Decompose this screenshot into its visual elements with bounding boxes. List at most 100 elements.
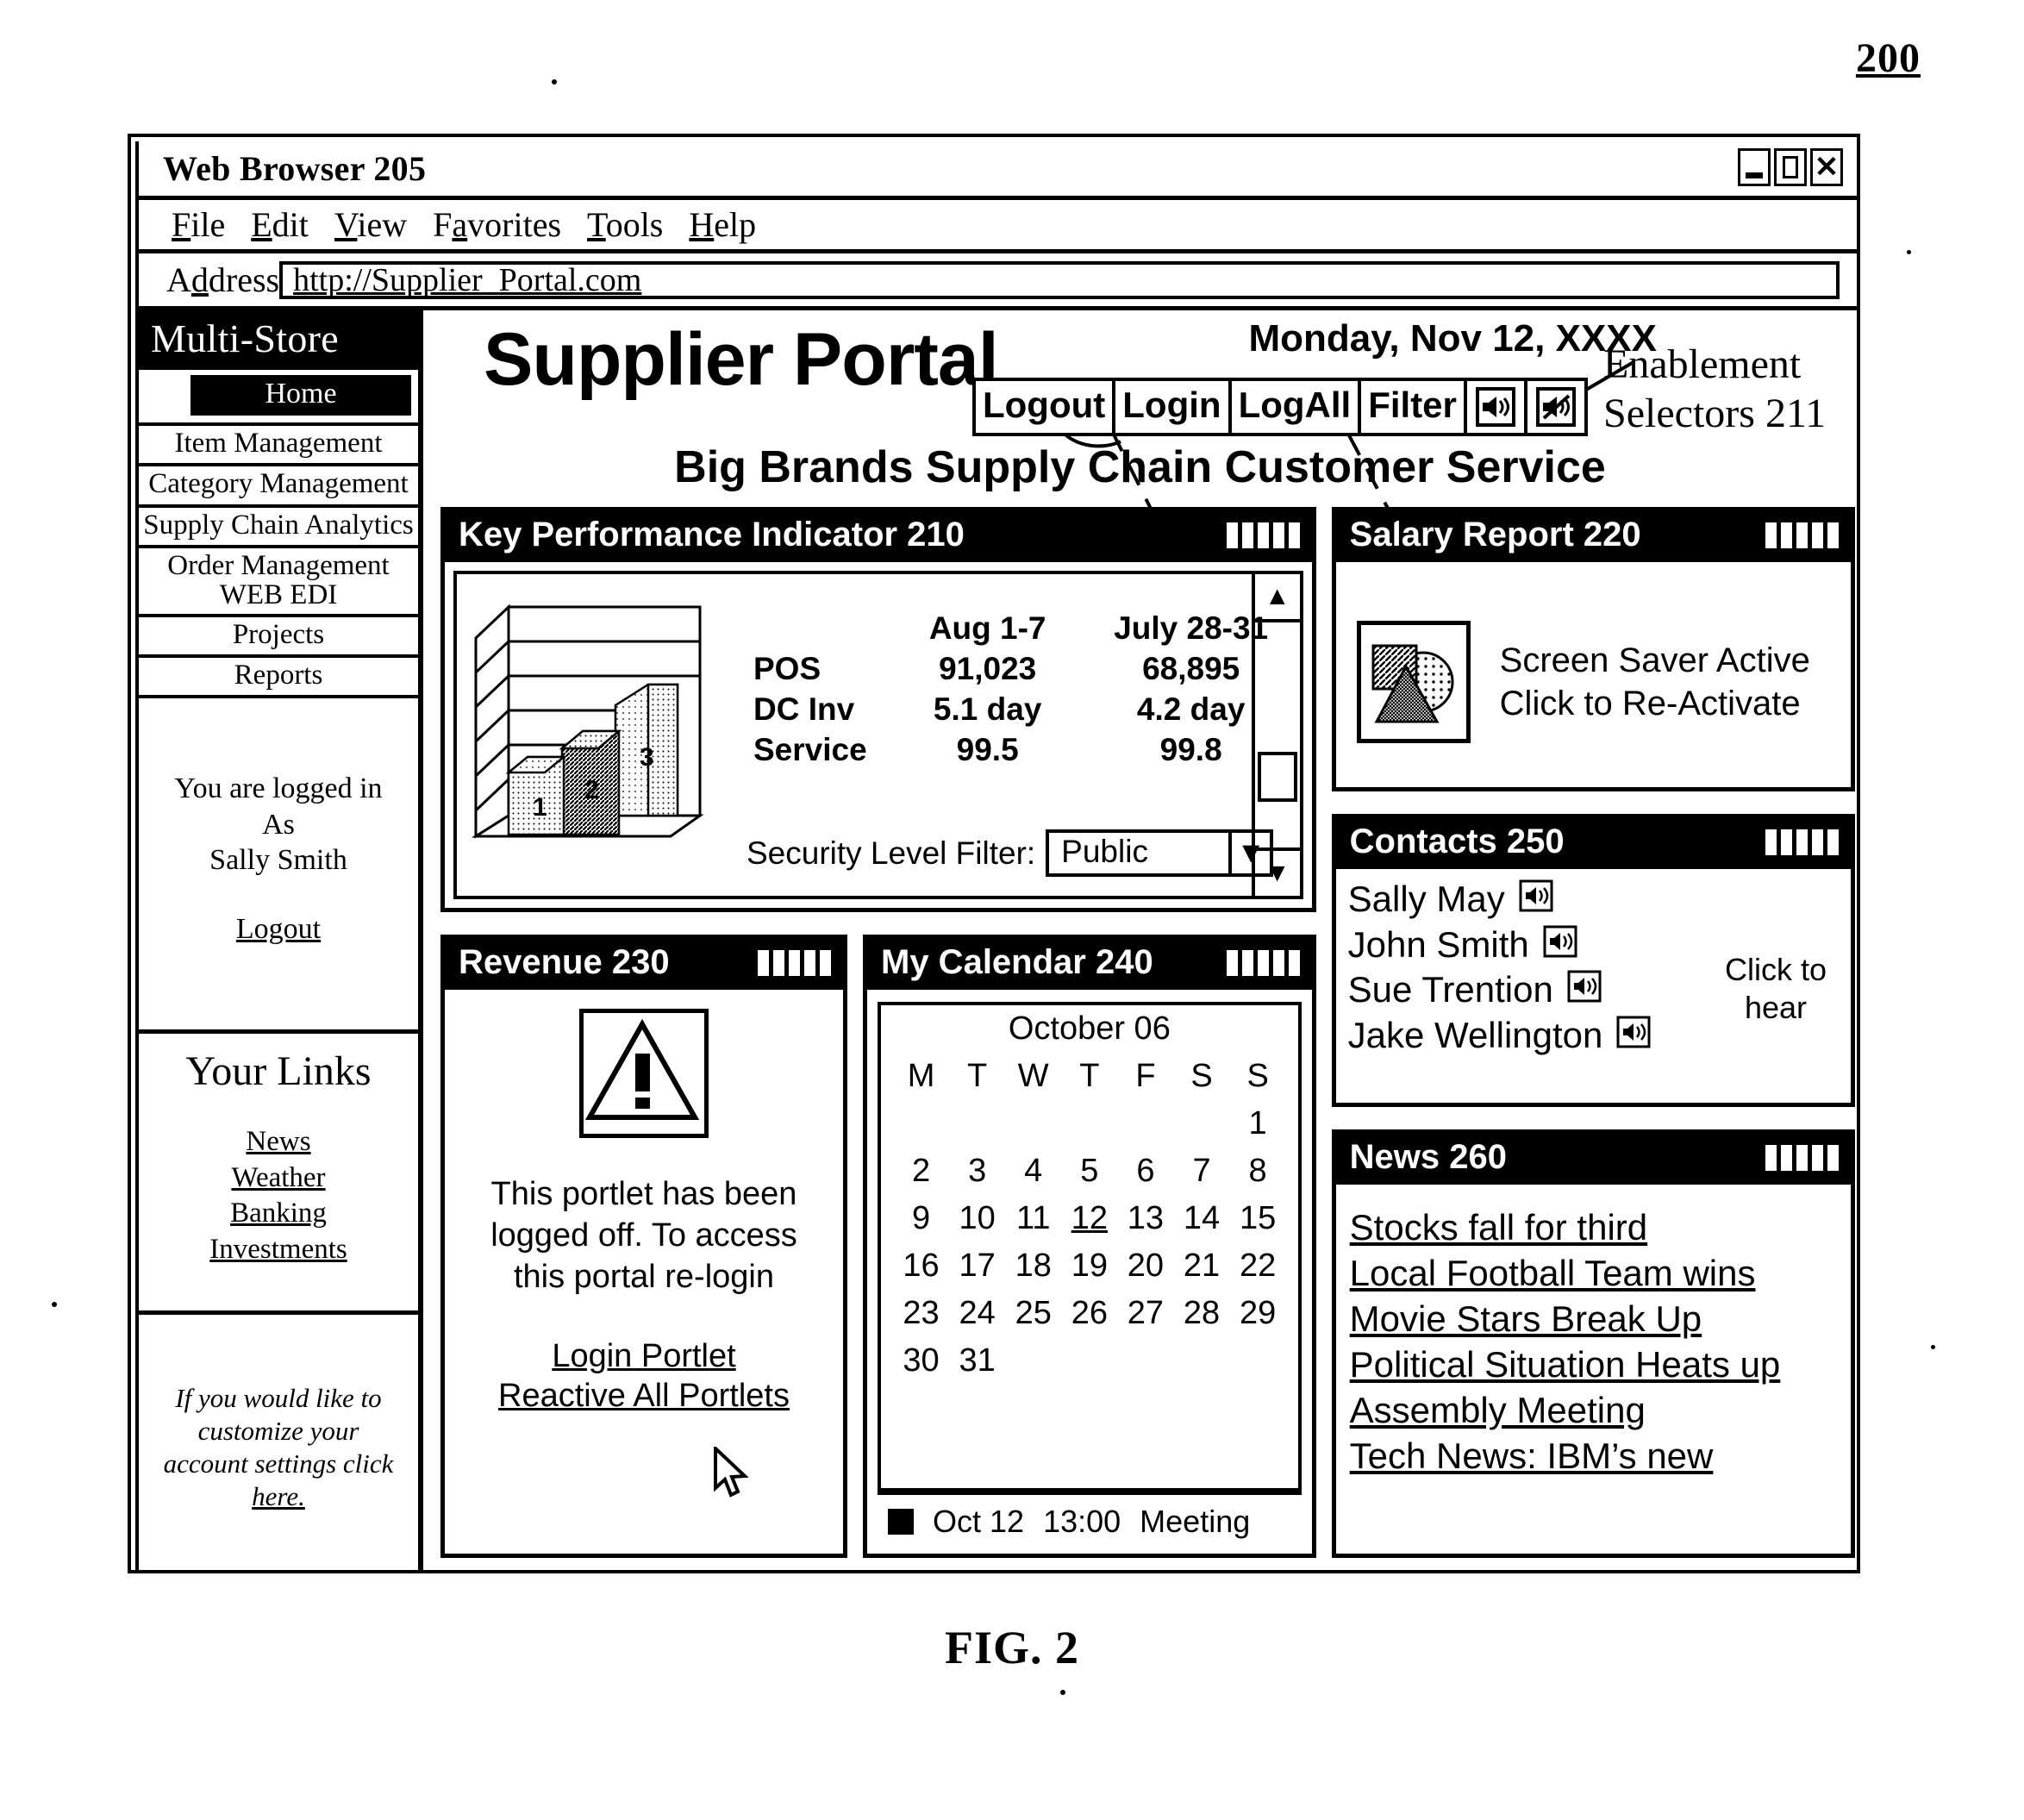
calendar-day[interactable]: 29 xyxy=(1230,1290,1286,1337)
calendar-event-row[interactable]: Oct 12 13:00 Meeting xyxy=(878,1492,1302,1545)
portlet-control-4[interactable] xyxy=(1812,1144,1823,1171)
list-item[interactable]: John Smith xyxy=(1348,925,1716,971)
login-portlet-link[interactable]: Login Portlet xyxy=(453,1336,834,1376)
calendar-day-today[interactable]: 12 xyxy=(1061,1195,1117,1242)
calendar-day[interactable]: 8 xyxy=(1230,1148,1286,1195)
calendar-day[interactable] xyxy=(1005,1100,1061,1148)
portlet-control-4[interactable] xyxy=(804,949,815,976)
portlet-news-controls[interactable] xyxy=(1765,1144,1839,1171)
menu-item-help[interactable]: Help xyxy=(689,204,756,245)
menu-item-view[interactable]: View xyxy=(334,204,407,245)
sidebar-item-projects[interactable]: Projects xyxy=(139,617,418,658)
login-button[interactable]: Login xyxy=(1115,381,1232,433)
calendar-day[interactable]: 6 xyxy=(1117,1148,1173,1195)
portlet-control-3[interactable] xyxy=(1257,522,1269,548)
portlet-calendar-controls[interactable] xyxy=(1226,949,1300,976)
link-news[interactable]: News xyxy=(139,1124,418,1160)
portlet-control-5[interactable] xyxy=(1827,1144,1839,1171)
news-link-6[interactable]: Tech News: IBM’s new xyxy=(1350,1434,1844,1479)
close-icon[interactable]: ✕ xyxy=(1810,148,1843,186)
portlet-control-5[interactable] xyxy=(820,949,831,976)
portlet-salary-body[interactable]: Screen Saver Active Click to Re-Activate xyxy=(1336,562,1851,787)
portlet-contacts-controls[interactable] xyxy=(1765,829,1839,855)
menu-item-favorites[interactable]: Favorites xyxy=(433,204,561,245)
sidebar-item-order-management[interactable]: Order Management WEB EDI xyxy=(139,548,418,617)
calendar-day[interactable]: 1 xyxy=(1230,1100,1286,1148)
menu-item-file[interactable]: File xyxy=(172,204,225,245)
speaker-icon[interactable] xyxy=(1567,970,1602,1010)
calendar-day[interactable]: 9 xyxy=(893,1195,949,1242)
kpi-scrollbar[interactable]: ▲ ▼ xyxy=(1251,574,1300,896)
calendar-day[interactable]: 13 xyxy=(1117,1195,1173,1242)
calendar-day[interactable] xyxy=(1117,1337,1173,1385)
calendar-day[interactable]: 24 xyxy=(949,1290,1005,1337)
screensaver-shapes-icon[interactable] xyxy=(1356,620,1471,743)
portlet-control-1[interactable] xyxy=(1765,522,1777,548)
speaker-on-icon[interactable] xyxy=(1466,381,1527,433)
sidebar-item-reports[interactable]: Reports xyxy=(139,658,418,699)
calendar-day[interactable] xyxy=(1061,1100,1117,1148)
calendar-day[interactable]: 5 xyxy=(1061,1148,1117,1195)
portlet-salary-controls[interactable] xyxy=(1765,522,1839,548)
portlet-control-2[interactable] xyxy=(773,949,784,976)
calendar-day[interactable] xyxy=(893,1100,949,1148)
calendar-day[interactable]: 21 xyxy=(1173,1242,1229,1290)
calendar-day[interactable] xyxy=(1230,1337,1286,1385)
portlet-control-1[interactable] xyxy=(1765,829,1777,855)
portlet-control-4[interactable] xyxy=(1812,829,1823,855)
speaker-muted-icon[interactable] xyxy=(1527,381,1584,433)
maximize-icon[interactable] xyxy=(1774,148,1807,186)
calendar-day[interactable]: 18 xyxy=(1005,1242,1061,1290)
sidebar-item-item-management[interactable]: Item Management xyxy=(139,426,418,467)
filter-button[interactable]: Filter xyxy=(1361,381,1467,433)
reactive-all-portlets-link[interactable]: Reactive All Portlets xyxy=(453,1376,834,1416)
calendar-day[interactable]: 2 xyxy=(893,1148,949,1195)
speaker-icon[interactable] xyxy=(1543,925,1577,966)
portlet-control-4[interactable] xyxy=(1272,949,1284,976)
portlet-control-3[interactable] xyxy=(1796,1144,1808,1171)
calendar-day[interactable]: 15 xyxy=(1230,1195,1286,1242)
logout-button[interactable]: Logout xyxy=(976,381,1116,433)
list-item[interactable]: Sally May xyxy=(1348,879,1716,925)
portlet-control-3[interactable] xyxy=(789,949,800,976)
link-weather[interactable]: Weather xyxy=(139,1160,418,1197)
speaker-icon[interactable] xyxy=(1616,1016,1651,1056)
sidebar-item-home[interactable]: Home xyxy=(191,375,411,416)
calendar-day[interactable]: 14 xyxy=(1173,1195,1229,1242)
calendar-day[interactable] xyxy=(1005,1337,1061,1385)
calendar-day[interactable]: 30 xyxy=(893,1337,949,1385)
portlet-control-4[interactable] xyxy=(1812,522,1823,548)
list-item[interactable]: Jake Wellington xyxy=(1348,1016,1716,1061)
calendar-day[interactable] xyxy=(1117,1100,1173,1148)
portlet-control-2[interactable] xyxy=(1781,1144,1792,1171)
portlet-control-5[interactable] xyxy=(1827,522,1839,548)
customize-here-link[interactable]: here. xyxy=(151,1480,406,1513)
link-banking[interactable]: Banking xyxy=(139,1196,418,1232)
calendar-day[interactable]: 20 xyxy=(1117,1242,1173,1290)
portlet-control-3[interactable] xyxy=(1257,949,1269,976)
calendar-day[interactable] xyxy=(1173,1337,1229,1385)
scroll-down-icon[interactable]: ▼ xyxy=(1254,847,1300,896)
calendar-day[interactable]: 4 xyxy=(1005,1148,1061,1195)
portlet-control-4[interactable] xyxy=(1272,522,1284,548)
address-input[interactable]: http://Supplier_Portal.com xyxy=(279,260,1840,299)
portlet-kpi-controls[interactable] xyxy=(1226,522,1300,548)
calendar-day[interactable] xyxy=(1061,1337,1117,1385)
portlet-control-1[interactable] xyxy=(1226,949,1238,976)
calendar-day[interactable]: 16 xyxy=(893,1242,949,1290)
logall-button[interactable]: LogAll xyxy=(1231,381,1362,433)
portlet-control-2[interactable] xyxy=(1781,522,1792,548)
portlet-control-5[interactable] xyxy=(1288,522,1300,548)
calendar-day[interactable]: 26 xyxy=(1061,1290,1117,1337)
news-link-3[interactable]: Movie Stars Break Up xyxy=(1350,1297,1844,1342)
menu-item-tools[interactable]: Tools xyxy=(587,204,663,245)
speaker-icon[interactable] xyxy=(1519,879,1553,920)
portlet-control-3[interactable] xyxy=(1796,829,1808,855)
kpi-scroll-thumb[interactable] xyxy=(1257,752,1297,802)
portlet-control-1[interactable] xyxy=(1765,1144,1777,1171)
calendar-day[interactable] xyxy=(1173,1100,1229,1148)
portlet-control-2[interactable] xyxy=(1241,522,1253,548)
list-item[interactable]: Sue Trention xyxy=(1348,970,1716,1016)
sidebar-item-supply-chain-analytics[interactable]: Supply Chain Analytics xyxy=(139,508,418,548)
portlet-revenue-controls[interactable] xyxy=(758,949,831,976)
